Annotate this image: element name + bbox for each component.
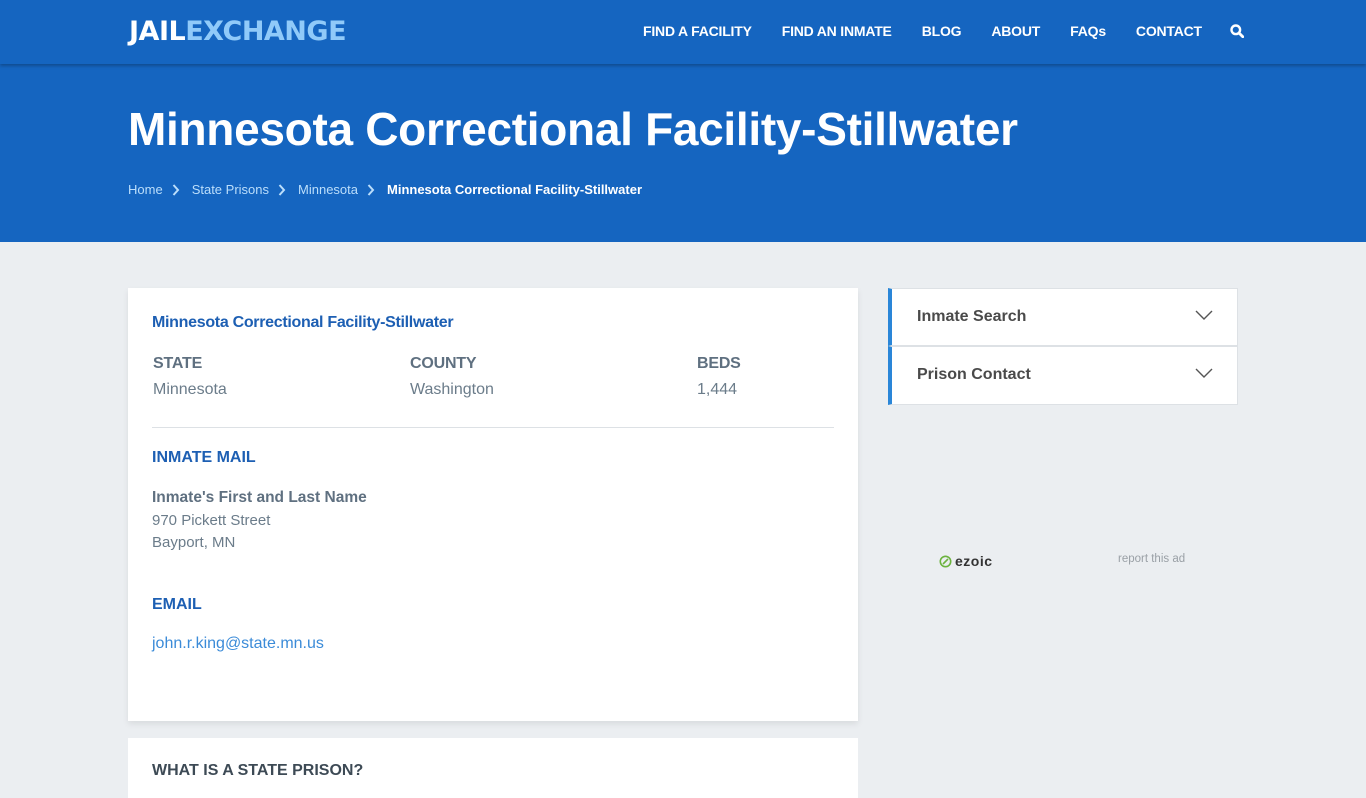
state-prison-heading: WHAT IS A STATE PRISON?	[152, 762, 364, 779]
main-nav: FIND A FACILITY FIND AN INMATE BLOG ABOU…	[643, 23, 1245, 39]
page-hero: Minnesota Correctional Facility-Stillwat…	[0, 64, 1366, 242]
accordion-prison-contact-label: Prison Contact	[917, 366, 1031, 383]
address-name: Inmate's First and Last Name	[152, 489, 367, 506]
site-logo[interactable]: JAILEXCHANGE	[129, 16, 347, 47]
breadcrumb-state-prisons[interactable]: State Prisons	[192, 182, 269, 197]
nav-faqs[interactable]: FAQs	[1070, 23, 1106, 39]
nav-find-a-facility[interactable]: FIND A FACILITY	[643, 23, 752, 39]
chevron-right-icon	[278, 183, 286, 196]
breadcrumb-home[interactable]: Home	[128, 182, 163, 197]
logo-exchange-text: EXCHANGE	[185, 16, 347, 47]
breadcrumb-minnesota[interactable]: Minnesota	[298, 182, 358, 197]
email-heading: EMAIL	[152, 596, 202, 613]
chevron-right-icon	[367, 183, 375, 196]
chevron-down-icon	[1195, 310, 1213, 320]
breadcrumb: Home State Prisons Minnesota Minnesota C…	[128, 182, 642, 197]
state-value: Minnesota	[153, 381, 227, 398]
state-label: STATE	[153, 355, 203, 372]
county-value: Washington	[410, 381, 494, 398]
section-divider	[152, 427, 834, 428]
accordion-inmate-search-label: Inmate Search	[917, 308, 1027, 325]
ezoic-logo-icon	[939, 555, 952, 567]
report-ad-link[interactable]: report this ad	[1118, 553, 1185, 565]
beds-label: BEDS	[697, 355, 741, 372]
ezoic-ad-badge[interactable]: ezoic	[939, 553, 993, 569]
nav-about[interactable]: ABOUT	[991, 23, 1040, 39]
state-column: STATE Minnesota	[153, 355, 227, 399]
breadcrumb-current: Minnesota Correctional Facility-Stillwat…	[387, 182, 642, 197]
facility-title: Minnesota Correctional Facility-Stillwat…	[152, 314, 454, 331]
beds-value: 1,444	[697, 381, 738, 398]
page-title: Minnesota Correctional Facility-Stillwat…	[128, 103, 1018, 155]
facility-info-card: Minnesota Correctional Facility-Stillwat…	[128, 288, 858, 721]
logo-jail-text: JAIL	[129, 16, 186, 47]
mailing-address: Inmate's First and Last Name 970 Pickett…	[152, 487, 367, 555]
address-street: 970 Pickett Street	[152, 511, 271, 529]
chevron-right-icon	[172, 183, 180, 196]
state-prison-info-card: WHAT IS A STATE PRISON?	[128, 738, 858, 798]
county-label: COUNTY	[410, 355, 477, 372]
nav-find-an-inmate[interactable]: FIND AN INMATE	[782, 23, 892, 39]
ezoic-brand-text: ezoic	[955, 553, 993, 569]
accordion-prison-contact[interactable]: Prison Contact	[888, 346, 1238, 405]
email-link[interactable]: john.r.king@state.mn.us	[152, 635, 324, 653]
top-navbar: JAILEXCHANGE FIND A FACILITY FIND AN INM…	[0, 0, 1366, 64]
nav-blog[interactable]: BLOG	[922, 23, 962, 39]
nav-contact[interactable]: CONTACT	[1136, 23, 1202, 39]
inmate-mail-heading: INMATE MAIL	[152, 449, 256, 466]
chevron-down-icon	[1195, 368, 1213, 378]
address-city: Bayport, MN	[152, 534, 236, 551]
search-icon[interactable]	[1230, 24, 1245, 39]
beds-column: BEDS 1,444	[697, 355, 741, 399]
county-column: COUNTY Washington	[410, 355, 494, 399]
accordion-inmate-search[interactable]: Inmate Search	[888, 288, 1238, 346]
